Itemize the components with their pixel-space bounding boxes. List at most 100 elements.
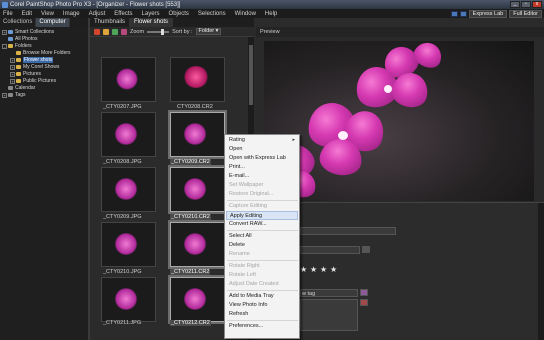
maximize-button[interactable]: ▫ bbox=[521, 1, 531, 8]
tree-item-label: Tags bbox=[15, 92, 26, 98]
expand-icon[interactable]: + bbox=[10, 78, 15, 84]
context-menu-item-rating[interactable]: Rating ▸ bbox=[226, 136, 298, 145]
tree-item-label: Flower shots bbox=[23, 57, 54, 63]
tree-item-my-corel-shows[interactable]: + My Corel Shows bbox=[10, 64, 59, 70]
context-menu-item-convert-raw[interactable]: Convert RAW... bbox=[226, 220, 298, 229]
expand-icon[interactable]: + bbox=[2, 92, 7, 98]
info-scrollbar[interactable] bbox=[538, 203, 544, 340]
expand-icon[interactable]: + bbox=[10, 57, 15, 63]
tree-item-calendar[interactable]: Calendar bbox=[8, 85, 35, 91]
zoom-slider-thumb[interactable] bbox=[161, 28, 165, 35]
express-lab-button[interactable]: Express Lab bbox=[468, 9, 508, 18]
thumbnail[interactable] bbox=[101, 277, 156, 322]
minimize-button[interactable]: _ bbox=[510, 1, 520, 8]
context-menu-item-refresh[interactable]: Refresh bbox=[226, 310, 298, 319]
tab-flower-shots[interactable]: Flower shots bbox=[130, 18, 174, 27]
folder-icon bbox=[16, 51, 21, 55]
zoom-label: Zoom bbox=[130, 28, 145, 35]
rating-star-icon[interactable]: ★ bbox=[330, 265, 337, 274]
menu-effects[interactable]: Effects bbox=[114, 11, 132, 17]
thumbnail[interactable] bbox=[170, 222, 225, 267]
collapse-icon[interactable]: - bbox=[2, 43, 7, 49]
thumbnail[interactable] bbox=[101, 57, 156, 102]
menu-file[interactable]: File bbox=[3, 11, 13, 17]
menu-objects[interactable]: Objects bbox=[169, 11, 189, 17]
menu-edit[interactable]: Edit bbox=[22, 11, 32, 17]
menu-layers[interactable]: Layers bbox=[142, 11, 160, 17]
rating-star-icon[interactable]: ★ bbox=[310, 265, 317, 274]
thumbnail[interactable] bbox=[170, 277, 225, 322]
pen-icon[interactable] bbox=[103, 28, 109, 35]
context-menu-item-add-to-media-tray[interactable]: Add to Media Tray bbox=[226, 292, 298, 301]
menu-window[interactable]: Window bbox=[235, 11, 256, 17]
menu-view[interactable]: View bbox=[41, 11, 54, 17]
tree-item-pictures[interactable]: + Pictures bbox=[10, 71, 41, 77]
date-field[interactable] bbox=[300, 246, 360, 254]
expand-icon[interactable]: + bbox=[2, 29, 7, 35]
tree-item-public-pictures[interactable]: + Public Pictures bbox=[10, 78, 56, 84]
tree-item-smart-collections[interactable]: + Smart Collections bbox=[2, 29, 54, 35]
brush-icon[interactable] bbox=[94, 28, 100, 35]
tree-item-tags[interactable]: + Tags bbox=[2, 92, 26, 98]
zoom-slider[interactable] bbox=[147, 28, 170, 35]
layout-icon[interactable] bbox=[459, 10, 467, 17]
thumbnail[interactable] bbox=[101, 112, 156, 157]
tree-item-flower-shots[interactable]: + Flower shots bbox=[10, 57, 54, 63]
photos-icon bbox=[8, 37, 13, 41]
window-title: Corel PaintShop Photo Pro X3 - [Organize… bbox=[10, 1, 181, 8]
share-icon[interactable] bbox=[121, 28, 127, 35]
thumbnail[interactable] bbox=[101, 167, 156, 212]
context-menu-item-set-wallpaper: Set Wallpaper bbox=[229, 182, 264, 188]
tree-item-browse-more-folders[interactable]: Browse More Folders bbox=[16, 50, 71, 56]
tab-computer[interactable]: Computer bbox=[36, 18, 70, 27]
image-icon[interactable] bbox=[112, 28, 118, 35]
context-menu-item-open[interactable]: Open bbox=[226, 145, 298, 154]
menu-image[interactable]: Image bbox=[63, 11, 80, 17]
context-menu-item-open-with-express-lab[interactable]: Open with Express Lab bbox=[226, 154, 298, 163]
context-menu-item-delete[interactable]: Delete bbox=[226, 241, 298, 250]
menu-separator bbox=[227, 260, 298, 261]
thumbnail-caption: _CTY0207.JPG bbox=[103, 104, 142, 110]
calendar-button[interactable] bbox=[362, 246, 370, 253]
thumbnail[interactable] bbox=[170, 57, 225, 102]
flower-image bbox=[183, 123, 207, 145]
scrollbar-thumb[interactable] bbox=[249, 45, 253, 105]
menu-selections[interactable]: Selections bbox=[198, 11, 226, 17]
context-menu-item-rename: Rename bbox=[229, 251, 250, 257]
rating-star-icon[interactable]: ★ bbox=[320, 265, 327, 274]
flower-center bbox=[384, 85, 392, 93]
expand-icon[interactable]: + bbox=[10, 64, 15, 70]
mode-switcher: Express Lab Full Editor bbox=[450, 9, 542, 18]
context-menu-item-e-mail[interactable]: E-mail... bbox=[226, 172, 298, 181]
tree-item-label: All Photos bbox=[15, 36, 38, 42]
thumbnail[interactable] bbox=[101, 222, 156, 267]
folder-icon bbox=[16, 72, 21, 76]
menu-help[interactable]: Help bbox=[265, 11, 277, 17]
tab-collections[interactable]: Collections bbox=[0, 18, 37, 27]
title-field[interactable] bbox=[300, 227, 396, 235]
context-menu-item-print[interactable]: Print... bbox=[226, 163, 298, 172]
menu-adjust[interactable]: Adjust bbox=[89, 11, 106, 17]
add-tag-button[interactable] bbox=[360, 289, 368, 296]
thumbnail[interactable] bbox=[170, 167, 225, 212]
menu-separator bbox=[227, 320, 298, 321]
preview-label: Preview bbox=[260, 29, 280, 35]
context-menu-item-apply-editing[interactable]: Apply Editing bbox=[226, 211, 298, 220]
context-menu-item-view-photo-info[interactable]: View Photo Info bbox=[226, 301, 298, 310]
navigation-tabs: Collections Computer bbox=[0, 18, 88, 27]
thumbnail[interactable] bbox=[170, 112, 225, 157]
tab-thumbnails[interactable]: Thumbnails bbox=[90, 18, 131, 27]
full-editor-button[interactable]: Full Editor bbox=[509, 9, 542, 18]
organizer-icon[interactable] bbox=[450, 10, 458, 17]
context-menu-item-preferences[interactable]: Preferences... bbox=[226, 322, 298, 331]
context-menu-item-select-all[interactable]: Select All bbox=[226, 232, 298, 241]
tree-item-all-photos[interactable]: All Photos bbox=[8, 36, 38, 42]
remove-tag-button[interactable] bbox=[360, 299, 368, 306]
rating-star-icon[interactable]: ★ bbox=[300, 265, 307, 274]
tree-item-folders[interactable]: - Folders bbox=[2, 43, 32, 49]
tag-input[interactable]: w tag bbox=[300, 289, 358, 297]
close-button[interactable]: x bbox=[532, 1, 542, 8]
tag-list[interactable] bbox=[300, 299, 358, 331]
sort-dropdown[interactable]: Folder ▾ bbox=[195, 28, 222, 35]
expand-icon[interactable]: + bbox=[10, 71, 15, 77]
